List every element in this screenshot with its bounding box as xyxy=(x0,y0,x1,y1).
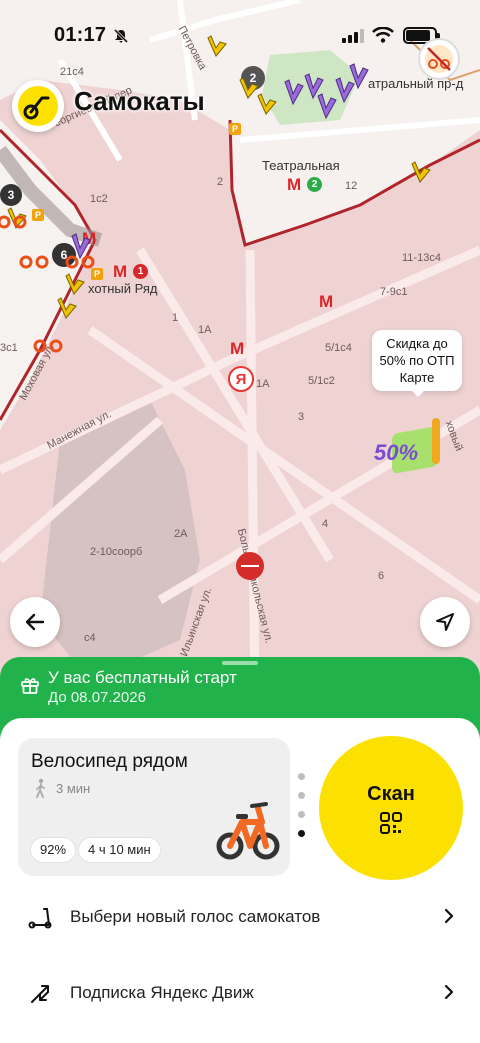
mute-bell-icon xyxy=(113,28,129,44)
scan-button[interactable]: Скан xyxy=(319,736,463,880)
pager-dot[interactable] xyxy=(298,773,305,780)
pager-dot-active[interactable] xyxy=(298,830,305,837)
subscription-arrows-icon xyxy=(31,985,49,1003)
walking-person-icon xyxy=(36,778,45,798)
free-start-date: До 08.07.2026 xyxy=(48,689,146,706)
arrow-left-icon xyxy=(25,613,45,631)
menu-item-subscription[interactable]: Подписка Яндекс Движ xyxy=(0,966,480,1022)
promo-3d-badge[interactable]: 50% xyxy=(372,418,452,484)
gift-icon xyxy=(21,678,39,694)
profile-button[interactable] xyxy=(418,38,460,80)
scooter-no-riding-icon xyxy=(425,45,453,73)
menu-item-label: Подписка Яндекс Движ xyxy=(70,983,254,1002)
promo-bubble[interactable]: Скидка до 50% по ОТП Карте xyxy=(372,330,462,397)
page-title: Самокаты xyxy=(74,86,205,116)
back-button[interactable] xyxy=(10,597,60,647)
promo-badge-text: 50% xyxy=(374,440,419,465)
free-start-title: У вас бесплатный старт xyxy=(48,668,237,687)
bike-card-title: Велосипед рядом xyxy=(31,751,188,772)
map[interactable]: Театральная хотный Ряд атральный пр-д Пе… xyxy=(0,0,480,700)
status-bar: 01:17 xyxy=(0,0,480,54)
chevron-right-icon xyxy=(444,984,454,1000)
status-time: 01:17 xyxy=(54,24,107,46)
battery-chip: 92% xyxy=(30,837,77,863)
bike-image xyxy=(216,802,280,860)
cellular-signal-icon xyxy=(342,29,364,43)
navigation-arrow-icon xyxy=(436,613,454,631)
chevron-right-icon xyxy=(444,908,454,924)
menu-item-label: Выбери новый голос самокатов xyxy=(70,907,321,926)
pager-dot[interactable] xyxy=(298,792,305,799)
promo-text: Скидка до 50% по ОТП Карте xyxy=(379,336,455,385)
menu-item-scooter-voice[interactable]: Выбери новый голос самокатов xyxy=(0,890,480,946)
scooter-logo[interactable] xyxy=(12,80,64,132)
range-chip: 4 ч 10 мин xyxy=(78,837,161,863)
scan-label: Скан xyxy=(367,782,415,805)
sheet-handle[interactable] xyxy=(222,661,258,665)
pager-dot[interactable] xyxy=(298,811,305,818)
qr-code-icon xyxy=(380,811,402,834)
card-pager[interactable] xyxy=(298,773,305,849)
scooter-icon xyxy=(28,908,52,929)
walk-time: 3 мин xyxy=(56,781,91,796)
scooter-logo-icon xyxy=(18,86,58,126)
wifi-icon xyxy=(372,27,394,43)
locate-me-button[interactable] xyxy=(420,597,470,647)
